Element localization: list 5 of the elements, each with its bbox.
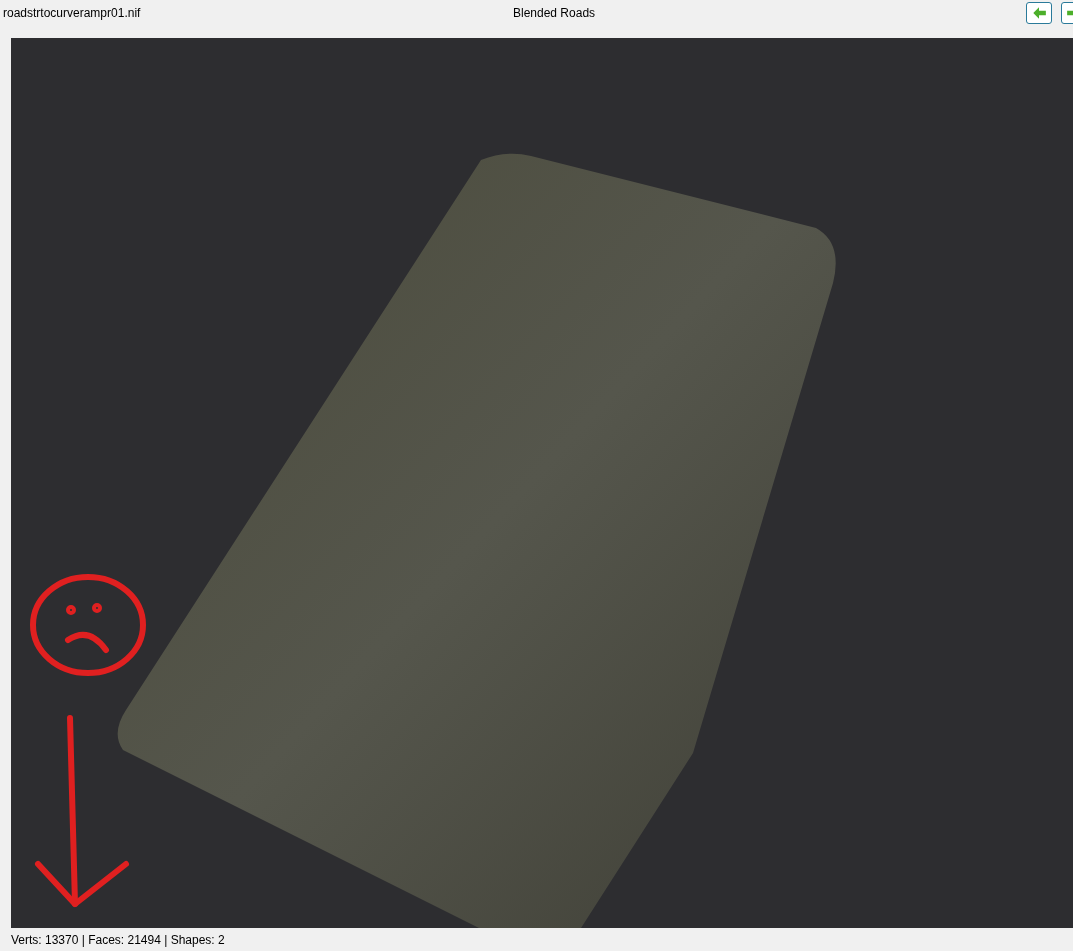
back-button[interactable] [1026,2,1052,24]
window-title: Blended Roads [513,5,596,22]
left-arrow-icon [1031,5,1047,21]
status-text: Verts: 13370 | Faces: 21494 | Shapes: 2 [11,931,225,949]
file-name: roadstrtocurverampr01.nif [3,5,141,22]
